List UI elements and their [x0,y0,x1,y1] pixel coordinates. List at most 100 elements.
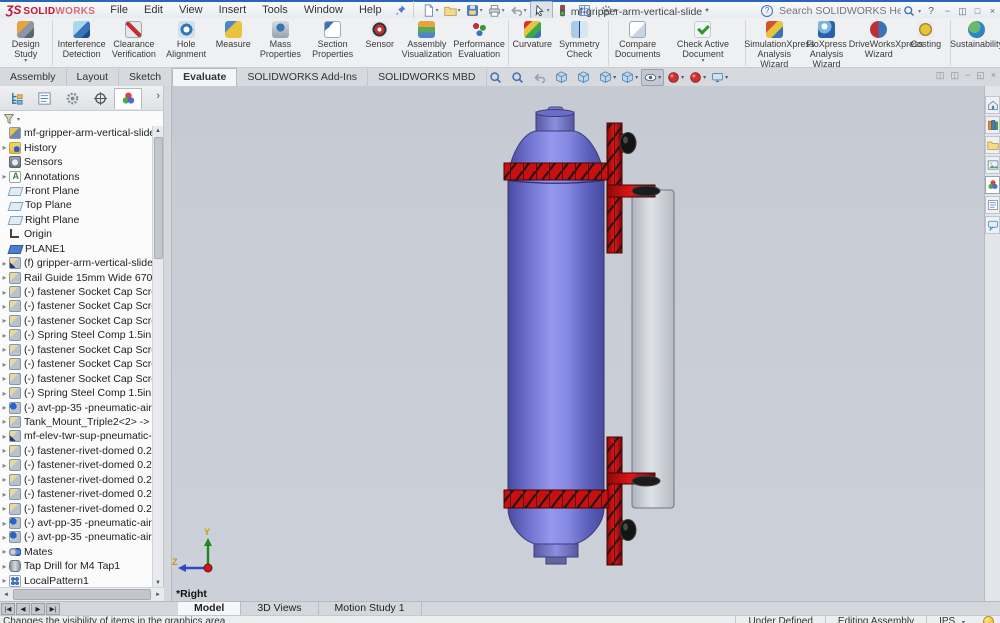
expand-arrow[interactable]: ▸ [0,172,9,181]
tree-item[interactable]: ▸ (-) fastener Socket Cap Screw M4 16mm [0,299,154,313]
tile[interactable]: ◫ [950,70,959,81]
tree-item[interactable]: ▸ (-) Spring Steel Comp 1.5in L,0.970in … [0,328,154,342]
scroll-right-arrow[interactable]: ► [152,592,164,598]
tree-item[interactable]: Sensors [0,155,154,169]
tree-item[interactable]: ▸ (-) avt-pp-35 -pneumatic-air-tank-rese [0,516,154,530]
dimxpertmanager[interactable] [86,87,114,109]
expand-arrow[interactable]: ▸ [0,302,9,311]
propertymanager[interactable] [30,87,58,109]
display-manager-appearances[interactable] [114,87,142,109]
tree-item[interactable]: ▸ (-) fastener-rivet-domed 0.25dia 0.251 [0,473,154,487]
dropdown-caret[interactable]: ▾ [480,7,483,14]
view-palette[interactable] [985,156,1000,174]
tree-item[interactable]: mf-gripper-arm-vertical-slide (Default [0,126,154,140]
ribbon-tool[interactable]: FloXpress Analysis Wizard ▾ [800,20,852,75]
expand-arrow[interactable]: ▸ [0,432,9,441]
tree-item[interactable]: ▸ Tap Drill for M4 Tap1 [0,559,154,573]
solidworks-forum[interactable] [985,216,1000,234]
command-tab[interactable]: Assembly [0,69,67,86]
appearances-scenes[interactable] [985,176,1000,194]
tree-item[interactable]: ▸ Annotations [0,169,154,183]
ribbon-tool[interactable]: Hole Alignment ▾ [160,20,212,65]
ribbon-tool[interactable]: Curvature ▾ [511,20,553,55]
menu-item[interactable]: Tools [255,3,295,17]
configurationmanager[interactable] [58,87,86,109]
pin-icon[interactable] [395,4,407,16]
help-button[interactable]: ? [928,5,934,17]
close[interactable]: × [985,6,1000,17]
dropdown-caret[interactable]: ▾ [502,7,505,14]
ribbon-tool[interactable]: Check Active Document ▾ [664,20,747,66]
tree-item[interactable]: ▸ LocalPattern1 [0,574,154,588]
tree-item[interactable]: ▸ History [0,140,154,154]
hide-show-items[interactable]: ▾ [641,69,665,86]
apply-scene[interactable]: ▾ [687,70,708,85]
command-tab[interactable]: SOLIDWORKS Add-Ins [237,69,369,86]
tab-nav-button[interactable]: ◀ [16,603,30,615]
expand-arrow[interactable]: ▸ [0,475,9,484]
tree-item[interactable]: ▸ (-) Spring Steel Comp 1.5in L,0.970in … [0,386,154,400]
search-input[interactable] [777,4,904,18]
ribbon-tool[interactable]: Symmetry Check ▾ [553,20,610,66]
menu-item[interactable]: Window [297,3,350,17]
expand-arrow[interactable]: ▸ [0,331,9,340]
tree-item[interactable]: Right Plane [0,213,154,227]
cascade[interactable]: ◫ [936,70,945,81]
expand-arrow[interactable]: ▸ [0,389,9,398]
tree-item[interactable]: ▸ (-) fastener Socket Cap Screw Flanged [0,357,154,371]
menu-item[interactable]: View [172,3,210,17]
zoom-to-area[interactable]: ▾ [509,70,530,85]
command-tab[interactable]: Sketch [119,69,173,86]
expand-arrow[interactable]: ▸ [0,288,9,297]
dropdown-caret[interactable]: ▾ [681,74,684,81]
restore-doc[interactable]: ◱ [976,70,985,81]
design-library[interactable] [985,116,1000,134]
panel-splitter[interactable] [164,86,172,601]
help-ball-icon[interactable] [983,616,994,623]
expand-arrow[interactable]: ▸ [0,547,9,556]
new-document[interactable]: ▾ [420,2,441,18]
expand-arrow[interactable]: ▸ [0,446,9,455]
expand-arrow[interactable]: ▸ [0,562,9,571]
maximize[interactable]: □ [970,6,985,17]
previous-view[interactable]: ▾ [531,70,552,85]
expand-arrow[interactable]: ▸ [0,490,9,499]
dynamic-annotation-views[interactable]: ▾ [575,70,596,85]
tab-nav-button[interactable]: ▶| [46,603,60,615]
custom-properties[interactable] [985,196,1000,214]
save[interactable]: ▾ [464,2,485,18]
document-tab[interactable]: 3D Views [241,602,319,615]
ribbon-tool[interactable]: Compare Documents ▾ [611,20,663,65]
expand-arrow[interactable]: ▸ [0,259,9,268]
command-tab[interactable]: Layout [67,69,120,86]
tree-item[interactable]: ▸ (-) fastener Socket Cap Screw Flanged [0,371,154,385]
dropdown-caret[interactable]: ▾ [436,7,439,14]
ribbon-tool[interactable]: Performance Evaluation ▾ [453,20,510,66]
print[interactable]: ▾ [486,2,507,18]
dropdown-caret[interactable]: ▾ [703,74,706,81]
expand-arrow[interactable]: ▸ [0,273,9,282]
open[interactable]: ▾ [442,2,463,18]
ribbon-tool[interactable]: Assembly Visualization ▾ [401,20,453,65]
zoom-to-fit[interactable]: ▾ [487,70,508,85]
panel-expand-arrow[interactable]: › [156,90,160,102]
tab-nav-button[interactable]: ▶ [31,603,45,615]
tree-item[interactable]: ▸ Mates [0,545,154,559]
ribbon-tool[interactable]: Interference Detection ▾ [55,20,107,65]
expand-arrow[interactable]: ▸ [0,461,9,470]
dropdown-caret[interactable]: ▾ [701,58,704,64]
ribbon-tool[interactable]: Sensor ▾ [359,20,401,55]
tree-item[interactable]: ▸ (-) fastener Socket Cap Screw M4 16mm [0,285,154,299]
ribbon-tool[interactable]: DriveWorksXpress Wizard ▾ [849,20,923,65]
tree-item[interactable]: ▸ mf-elev-twr-sup-pneumatic-tanks< [0,429,154,443]
dropdown-caret[interactable]: ▾ [24,58,27,64]
tree-item[interactable]: PLANE1 [0,242,154,256]
expand-arrow[interactable]: ▸ [0,360,9,369]
tree-item[interactable]: ▸ (-) fastener Socket Cap Screw Flanged [0,314,154,328]
dropdown-caret[interactable]: ▾ [725,74,728,81]
scrollbar-thumb[interactable] [13,589,151,600]
tree-item[interactable]: ▸ (-) fastener-rivet-domed 0.25dia 0.251 [0,501,154,515]
scrollbar-thumb[interactable] [154,137,163,259]
restore[interactable]: ◫ [955,6,970,17]
expand-arrow[interactable]: ▸ [0,417,9,426]
